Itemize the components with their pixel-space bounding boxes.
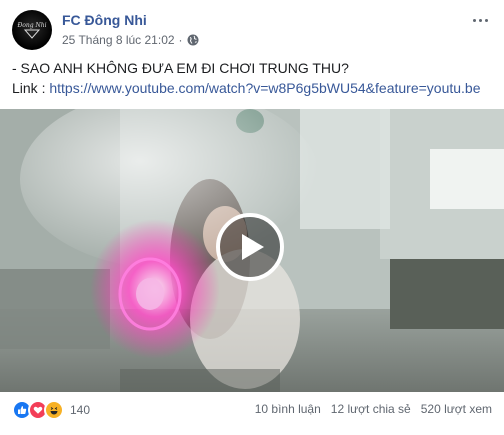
post-text-line: - SAO ANH KHÔNG ĐƯA EM ĐI CHƠI TRUNG THU…	[12, 60, 349, 76]
views-count: 520 lượt xem	[420, 402, 492, 416]
comments-count[interactable]: 10 bình luận	[255, 402, 321, 416]
reactions-summary[interactable]: 140	[12, 400, 90, 420]
more-dot	[478, 18, 482, 22]
post-link-line: Link : https://www.youtube.com/watch?v=w…	[12, 78, 492, 98]
play-button[interactable]	[216, 213, 284, 281]
post-footer: 140 10 bình luận 12 lượt chia sẻ 520 lượ…	[12, 398, 492, 422]
facebook-post: Đong Nhi FC Đông Nhi 25 Tháng 8 lúc 21:0…	[0, 0, 504, 435]
shares-count[interactable]: 12 lượt chia sẻ	[331, 402, 411, 416]
reaction-count[interactable]: 140	[70, 403, 90, 417]
post-timestamp[interactable]: 25 Tháng 8 lúc 21:02	[62, 33, 175, 47]
meta-separator: ·	[178, 33, 183, 47]
play-icon	[242, 234, 264, 260]
globe-icon[interactable]	[187, 34, 199, 46]
link-prefix: Link :	[12, 80, 50, 96]
video-player[interactable]	[0, 109, 504, 392]
haha-reaction-icon	[44, 400, 64, 420]
more-dot	[484, 18, 488, 22]
engagement-stats: 10 bình luận 12 lượt chia sẻ 520 lượt xe…	[255, 402, 492, 416]
more-options-button[interactable]	[468, 12, 492, 28]
youtube-link[interactable]: https://www.youtube.com/watch?v=w8P6g5bW…	[49, 80, 480, 96]
post-text: - SAO ANH KHÔNG ĐƯA EM ĐI CHƠI TRUNG THU…	[12, 58, 492, 98]
post-header: Đong Nhi FC Đông Nhi 25 Tháng 8 lúc 21:0…	[12, 10, 492, 54]
avatar-diamond-icon	[24, 29, 40, 39]
page-name-link[interactable]: FC Đông Nhi	[62, 12, 147, 28]
post-meta: 25 Tháng 8 lúc 21:02 ·	[62, 33, 199, 47]
avatar-logo-text: Đong Nhi	[17, 22, 47, 29]
more-dot	[472, 18, 476, 22]
page-avatar[interactable]: Đong Nhi	[12, 10, 52, 50]
